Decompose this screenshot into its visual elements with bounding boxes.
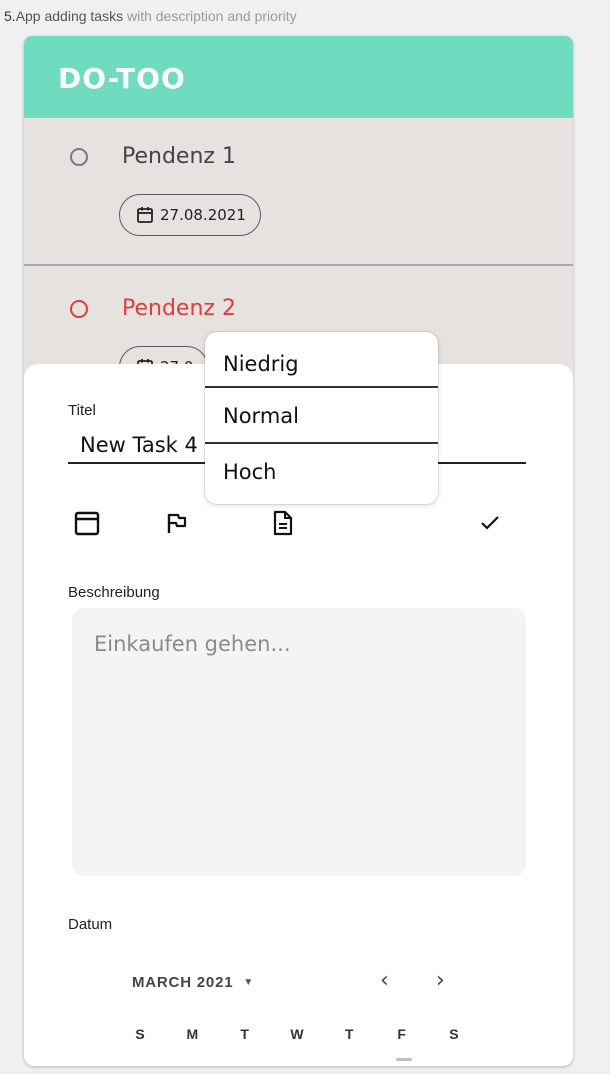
prev-month-button[interactable]: ‹ [380, 968, 389, 993]
month-selector[interactable]: MARCH 2021 ▼ [132, 974, 254, 991]
calendar-icon [137, 207, 153, 223]
weekday-label: F [397, 1026, 406, 1042]
document-icon[interactable] [272, 510, 294, 536]
calendar-icon[interactable] [74, 510, 100, 536]
weekday-label: S [449, 1026, 459, 1042]
weekday-label: W [290, 1026, 304, 1042]
task-title: Pendenz 2 [122, 296, 236, 321]
description-label: Beschreibung [68, 584, 160, 601]
task-complete-radio[interactable] [70, 148, 88, 166]
app-title: DO-TOO [58, 62, 186, 95]
title-label: Titel [68, 402, 96, 419]
app-bar: DO-TOO [24, 36, 573, 118]
caption-number: 5. [4, 8, 16, 24]
weekday-header: S M T W T F S [132, 1026, 462, 1042]
caret-down-icon: ▼ [243, 977, 255, 988]
month-label: MARCH 2021 [132, 974, 234, 991]
task-complete-radio[interactable] [70, 300, 88, 318]
date-label: Datum [68, 916, 113, 933]
task-title: Pendenz 1 [122, 144, 236, 169]
scroll-indicator [396, 1058, 412, 1061]
weekday-label: T [240, 1026, 249, 1042]
task-date-chip[interactable]: 27.08.2021 [119, 194, 261, 236]
priority-menu: Niedrig Normal Hoch [205, 332, 438, 504]
slide-caption: 5.App adding tasks with description and … [4, 8, 297, 24]
weekday-label: M [186, 1026, 199, 1042]
check-icon[interactable] [480, 514, 500, 532]
task-divider [24, 264, 573, 266]
task-date: 27.08.2021 [160, 206, 246, 224]
priority-option-hoch[interactable]: Hoch [205, 444, 438, 500]
app-screen: DO-TOO Pendenz 1 27.08.2021 Pendenz 2 Ti… [24, 36, 573, 1066]
priority-option-normal[interactable]: Normal [205, 388, 438, 444]
caption-lead: App adding tasks [15, 8, 124, 24]
flag-icon[interactable] [166, 512, 188, 534]
next-month-button[interactable]: › [436, 968, 445, 993]
weekday-label: S [135, 1026, 145, 1042]
description-input[interactable]: Einkaufen gehen... [72, 608, 526, 876]
weekday-label: T [345, 1026, 354, 1042]
caption-rest: with description and priority [123, 8, 297, 24]
priority-option-niedrig[interactable]: Niedrig [205, 336, 438, 392]
